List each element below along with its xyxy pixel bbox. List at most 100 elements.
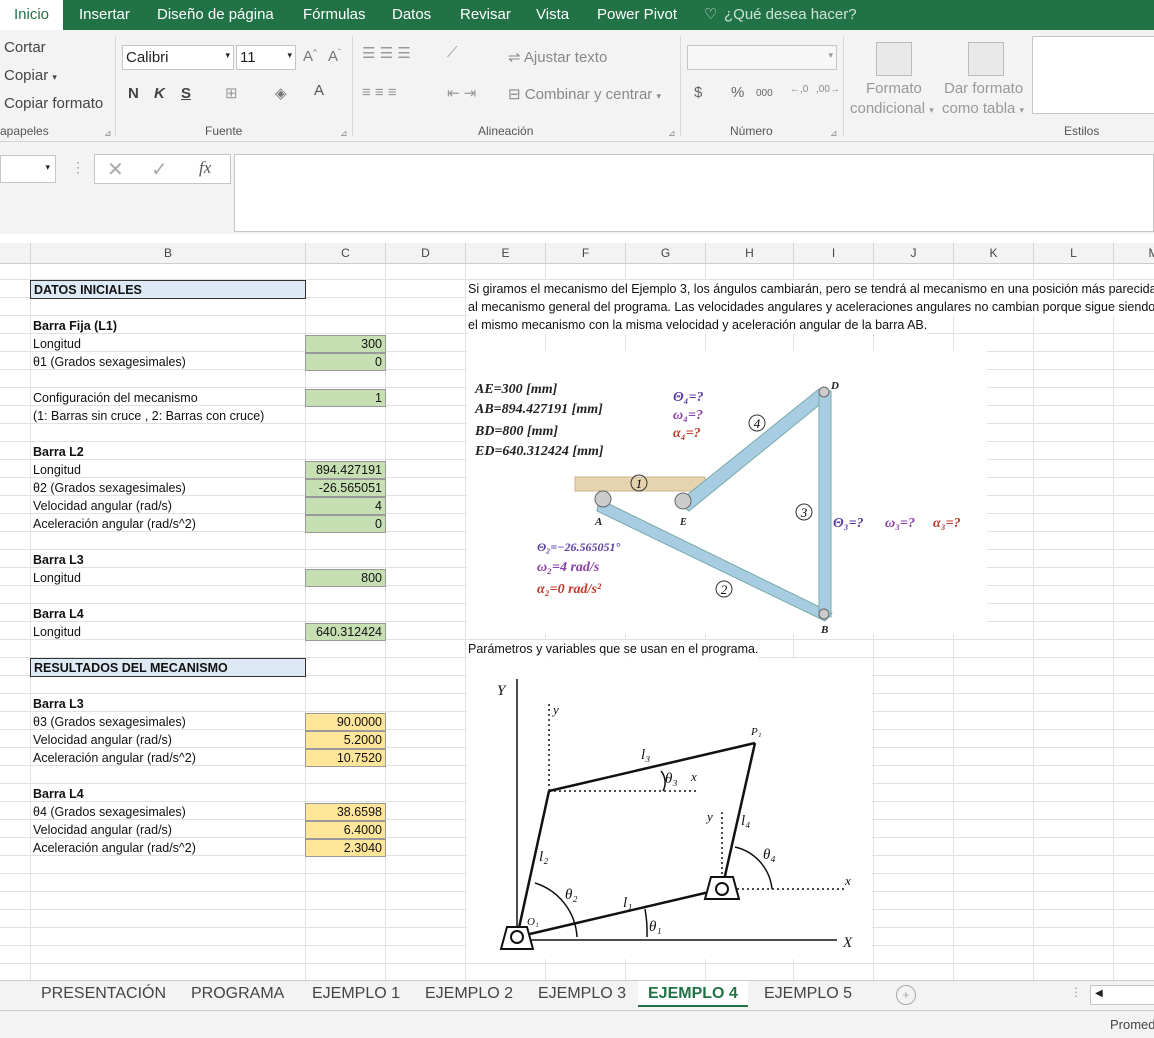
l3-longitud-value[interactable]: 800 (305, 569, 386, 587)
drag-handle-icon[interactable]: ⋮ (71, 159, 85, 176)
l2-vel-label[interactable]: Velocidad angular (rad/s) (30, 497, 172, 515)
column-header-e[interactable]: E (466, 243, 546, 264)
column-header-j[interactable]: J (874, 243, 954, 264)
format-as-table-button[interactable]: como tabla ▾ (942, 100, 1024, 117)
sheet-tab-ejemplo3[interactable]: EJEMPLO 3 (538, 981, 626, 1007)
dialog-launcher-icon[interactable]: ⊿ (668, 128, 676, 139)
l3-acel-label[interactable]: Aceleración angular (rad/s^2) (30, 749, 196, 767)
theta2-label[interactable]: θ2 (Grados sexagesimales) (30, 479, 186, 497)
conditional-format-label-1[interactable]: Formato (866, 80, 922, 97)
theta3-label[interactable]: θ3 (Grados sexagesimales) (30, 713, 186, 731)
copy-button[interactable]: Copiar ▾ (4, 67, 57, 84)
column-header-g[interactable]: G (626, 243, 706, 264)
l4-vel-label[interactable]: Velocidad angular (rad/s) (30, 821, 172, 839)
font-name-select[interactable]: Calibri ▾ (122, 45, 234, 70)
underline-button[interactable]: S (181, 85, 191, 102)
column-header-b[interactable]: B (31, 243, 306, 264)
description-line-1[interactable]: Si giramos el mecanismo del Ejemplo 3, l… (468, 280, 1154, 298)
tab-vista[interactable]: Vista (536, 0, 569, 30)
conditional-format-icon[interactable] (876, 42, 912, 76)
l1-longitud-value[interactable]: 300 (305, 335, 386, 353)
thousands-button[interactable]: 000 (756, 88, 773, 99)
l3-vel-value[interactable]: 5.2000 (305, 731, 386, 749)
l3-vel-label[interactable]: Velocidad angular (rad/s) (30, 731, 172, 749)
indent-icon[interactable]: ⇤ ⇥ (447, 84, 476, 102)
currency-button[interactable]: $ (694, 84, 702, 101)
column-header-m[interactable]: M (1114, 243, 1154, 264)
cut-button[interactable]: Cortar (4, 39, 46, 56)
res-barra-l3-label[interactable]: Barra L3 (30, 695, 84, 713)
l1-longitud-label[interactable]: Longitud (30, 335, 81, 353)
cell-styles-gallery[interactable] (1032, 36, 1154, 114)
tab-inicio[interactable]: Inicio (0, 0, 64, 30)
barra-l3-label[interactable]: Barra L3 (30, 551, 84, 569)
sheet-tab-ejemplo1[interactable]: EJEMPLO 1 (312, 981, 400, 1007)
decrease-font-icon[interactable]: Aˇ (328, 48, 341, 65)
l2-longitud-label[interactable]: Longitud (30, 461, 81, 479)
res-barra-l4-label[interactable]: Barra L4 (30, 785, 84, 803)
orientation-icon[interactable]: ⟋ (447, 44, 458, 61)
config-value[interactable]: 1 (305, 389, 386, 407)
l3-acel-value[interactable]: 10.7520 (305, 749, 386, 767)
l3-longitud-label[interactable]: Longitud (30, 569, 81, 587)
l2-vel-value[interactable]: 4 (305, 497, 386, 515)
theta1-label[interactable]: θ1 (Grados sexagesimales) (30, 353, 186, 371)
format-painter-button[interactable]: Copiar formato (4, 95, 103, 112)
dialog-launcher-icon[interactable]: ⊿ (340, 128, 348, 139)
enter-icon[interactable]: ✓ (151, 157, 168, 182)
sheet-tab-ejemplo4[interactable]: EJEMPLO 4 (638, 981, 748, 1007)
font-size-select[interactable]: 11 ▾ (236, 45, 296, 70)
align-left-icon[interactable]: ≡ ≡ ≡ (362, 84, 397, 101)
insert-function-icon[interactable]: fx (199, 158, 211, 178)
barra-fija-label[interactable]: Barra Fija (L1) (30, 317, 117, 335)
dialog-launcher-icon[interactable]: ⊿ (830, 128, 838, 139)
column-header-c[interactable]: C (306, 243, 386, 264)
l4-vel-value[interactable]: 6.4000 (305, 821, 386, 839)
add-sheet-icon[interactable]: + (896, 985, 916, 1005)
description-line-3[interactable]: el mismo mecanismo con la misma velocida… (468, 316, 928, 334)
sheet-tab-programa[interactable]: PROGRAMA (191, 981, 284, 1007)
tell-me-search[interactable]: ¿Qué desea hacer? (724, 0, 857, 30)
tab-revisar[interactable]: Revisar (460, 0, 511, 30)
sheet-tab-ejemplo5[interactable]: EJEMPLO 5 (764, 981, 852, 1007)
tab-formulas[interactable]: Fórmulas (303, 0, 366, 30)
tab-diseno-pagina[interactable]: Diseño de página (157, 0, 274, 30)
drag-handle-icon[interactable]: ⋮ (1070, 985, 1082, 999)
name-box[interactable]: ▾ (0, 155, 56, 183)
scroll-left-icon[interactable]: ◀ (1095, 988, 1103, 999)
config-note[interactable]: (1: Barras sin cruce , 2: Barras con cru… (30, 407, 264, 425)
description-line-2[interactable]: al mecanismo general del programa. Las v… (468, 298, 1154, 316)
tab-datos[interactable]: Datos (392, 0, 431, 30)
column-header-k[interactable]: K (954, 243, 1034, 264)
datos-iniciales-header[interactable]: DATOS INICIALES (30, 280, 306, 299)
theta2-value[interactable]: -26.565051 (305, 479, 386, 497)
merge-center-button[interactable]: ⊟ Combinar y centrar ▾ (508, 85, 661, 103)
column-header-d[interactable]: D (386, 243, 466, 264)
tab-power-pivot[interactable]: Power Pivot (597, 0, 677, 30)
theta3-value[interactable]: 90.0000 (305, 713, 386, 731)
parameters-caption[interactable]: Parámetros y variables que se usan en el… (468, 640, 759, 658)
dialog-launcher-icon[interactable]: ⊿ (104, 128, 112, 139)
column-header-f[interactable]: F (546, 243, 626, 264)
column-header-h[interactable]: H (706, 243, 794, 264)
barra-l4-label[interactable]: Barra L4 (30, 605, 84, 623)
column-header-l[interactable]: L (1034, 243, 1114, 264)
number-format-select[interactable]: ▾ (687, 45, 837, 70)
l2-longitud-value[interactable]: 894.427191 (305, 461, 386, 479)
increase-decimal-icon[interactable]: ←,0 (790, 84, 808, 95)
theta1-value[interactable]: 0 (305, 353, 386, 371)
conditional-format-button[interactable]: condicional ▾ (850, 100, 934, 117)
sheet-tab-ejemplo2[interactable]: EJEMPLO 2 (425, 981, 513, 1007)
l4-longitud-value[interactable]: 640.312424 (305, 623, 386, 641)
theta4-label[interactable]: θ4 (Grados sexagesimales) (30, 803, 186, 821)
l4-acel-label[interactable]: Aceleración angular (rad/s^2) (30, 839, 196, 857)
l4-longitud-label[interactable]: Longitud (30, 623, 81, 641)
wrap-text-button[interactable]: ⇌ Ajustar texto (508, 48, 607, 66)
format-as-table-icon[interactable] (968, 42, 1004, 76)
resultados-header[interactable]: RESULTADOS DEL MECANISMO (30, 658, 306, 677)
tab-insertar[interactable]: Insertar (79, 0, 130, 30)
bold-button[interactable]: N (128, 85, 139, 102)
percent-button[interactable]: % (731, 84, 744, 101)
l2-acel-value[interactable]: 0 (305, 515, 386, 533)
formula-input[interactable] (234, 154, 1154, 232)
